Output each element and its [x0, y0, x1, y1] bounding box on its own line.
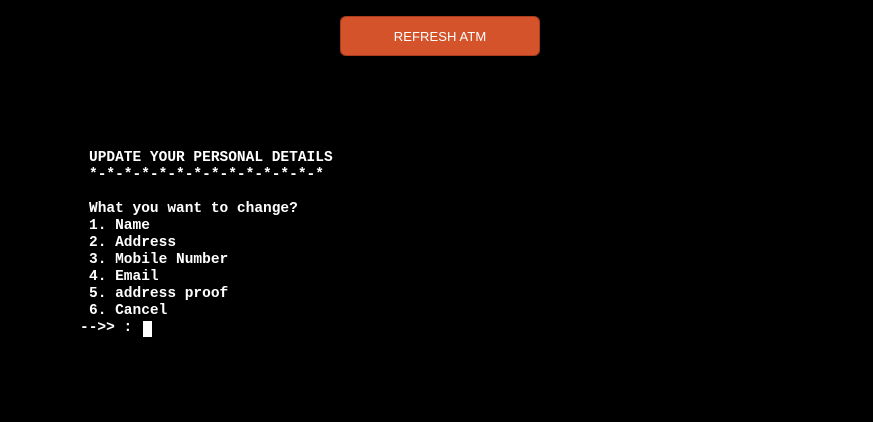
option-email: 4. Email: [89, 269, 159, 285]
terminal-question: What you want to change?: [89, 201, 298, 217]
option-name: 1. Name: [89, 218, 150, 234]
option-mobile-number: 3. Mobile Number: [89, 252, 229, 268]
terminal-output: UPDATE YOUR PERSONAL DETAILS *-*-*-*-*-*…: [80, 150, 780, 350]
refresh-atm-button[interactable]: REFRESH ATM: [340, 16, 540, 56]
atm-screen: REFRESH ATM UPDATE YOUR PERSONAL DETAILS…: [0, 0, 873, 422]
input-prompt-line[interactable]: -->> :: [80, 320, 780, 337]
option-cancel: 6. Cancel: [89, 303, 168, 319]
terminal-separator: *-*-*-*-*-*-*-*-*-*-*-*-*-*: [89, 167, 324, 183]
prompt-text: -->> :: [80, 320, 141, 336]
terminal-title: UPDATE YOUR PERSONAL DETAILS: [89, 150, 333, 166]
option-address: 2. Address: [89, 235, 177, 251]
text-cursor[interactable]: [142, 320, 152, 337]
option-address-proof: 5. address proof: [89, 286, 229, 302]
